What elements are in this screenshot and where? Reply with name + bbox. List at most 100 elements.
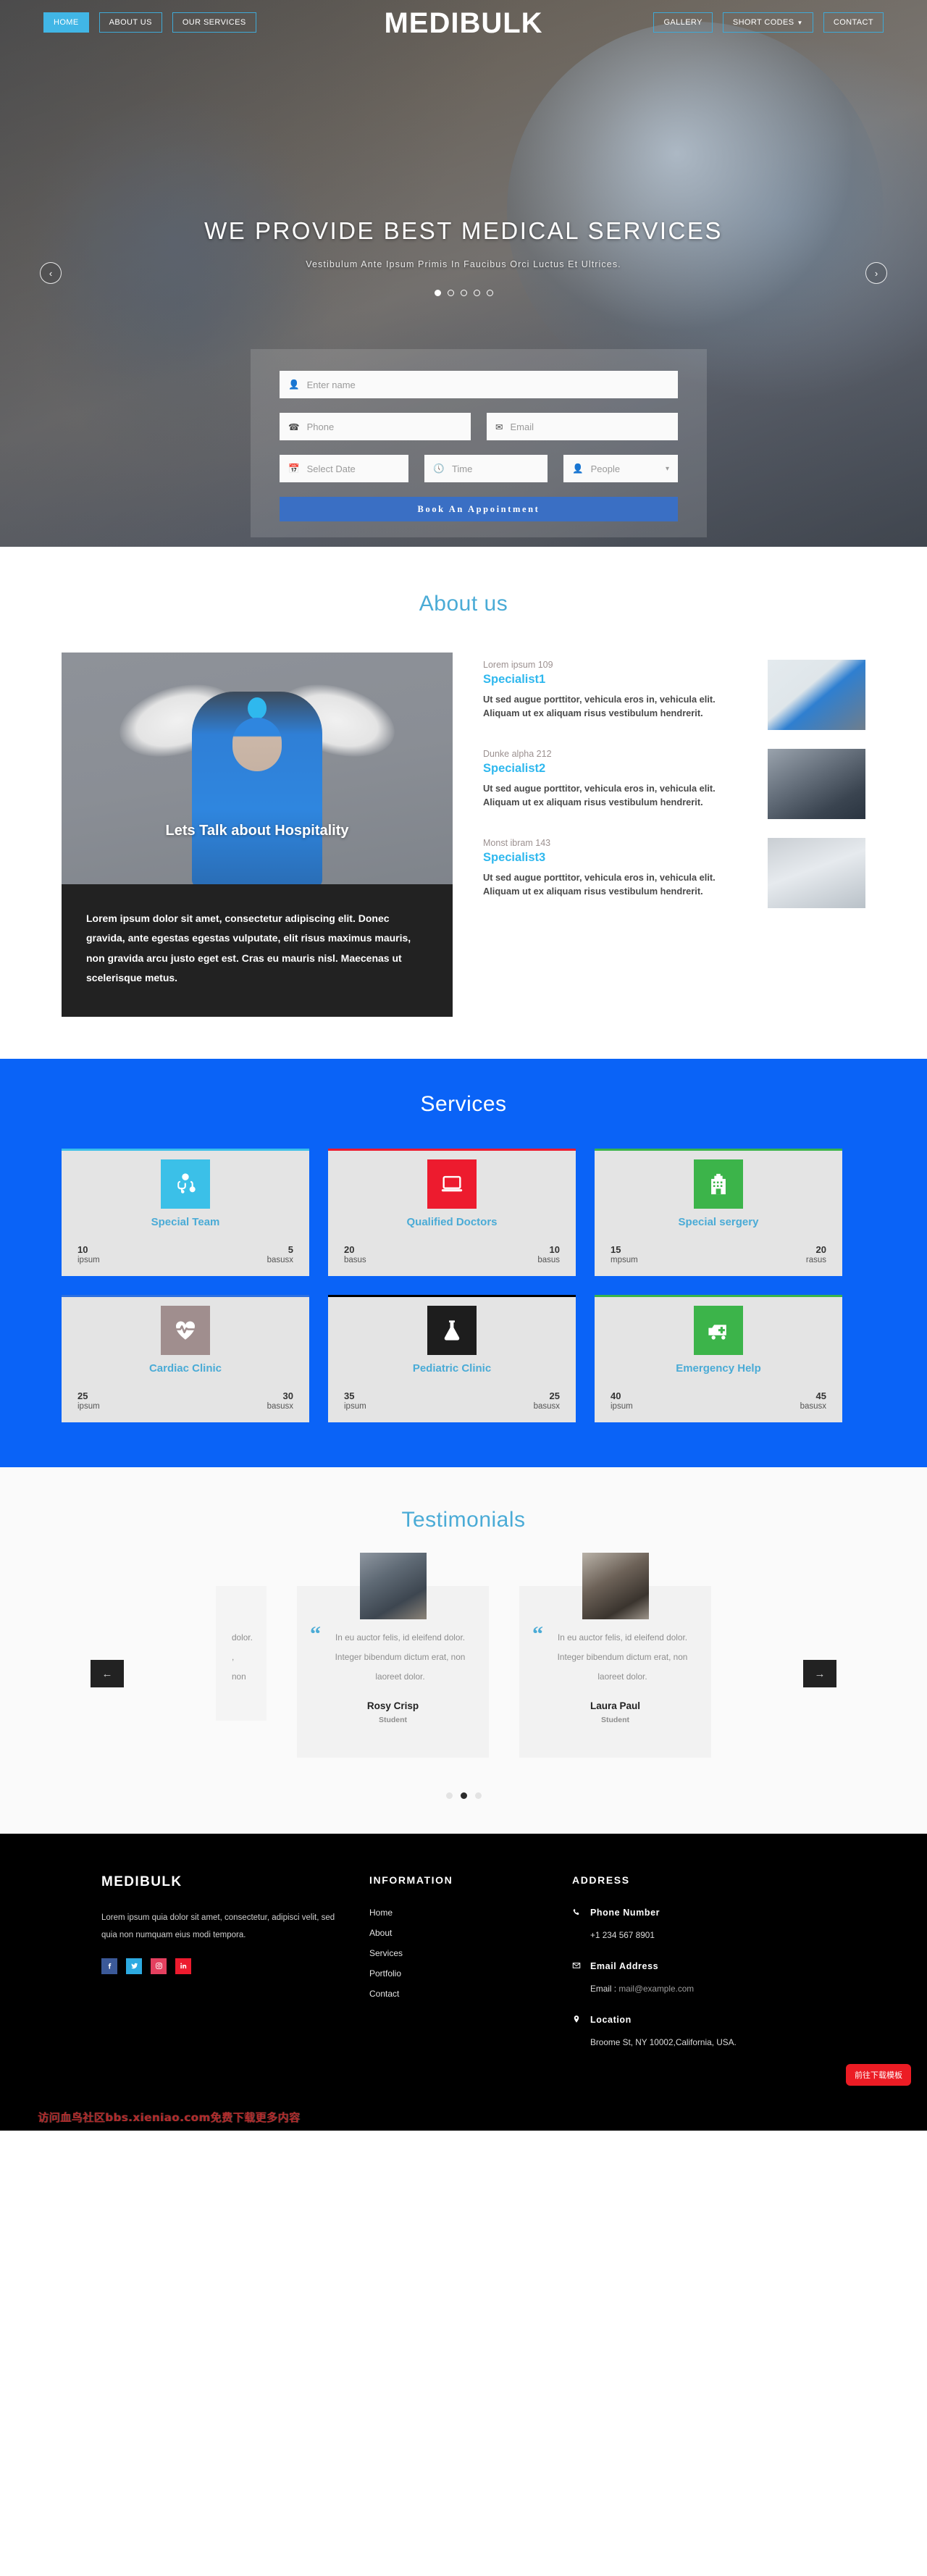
user-icon: 👤 <box>288 379 300 390</box>
footer-contact-label: Email Address <box>590 1961 659 1972</box>
footer-contact-header: Phone Number <box>572 1908 826 1918</box>
service-stat-value: 35 <box>344 1390 355 1402</box>
hero-next-arrow[interactable]: › <box>865 262 887 284</box>
doctor-icon <box>161 1159 210 1209</box>
people-select-placeholder: People <box>590 463 621 474</box>
facebook-icon[interactable] <box>101 1958 117 1974</box>
testimonial-card-partial[interactable]: dolor., non <box>216 1586 267 1721</box>
download-template-button[interactable]: 前往下载模板 <box>846 2063 911 2086</box>
specialist-text: Monst ibram 143 Specialist3 Ut sed augue… <box>483 838 749 908</box>
instagram-icon[interactable] <box>151 1958 167 1974</box>
about-feature-card: Lets Talk about Hospitality Lorem ipsum … <box>62 653 453 1018</box>
date-input-placeholder: Select Date <box>306 463 356 474</box>
specialist-description: Ut sed augue porttitor, vehicula eros in… <box>483 872 716 897</box>
testimonial-prev-button[interactable]: ← <box>91 1660 124 1688</box>
service-card[interactable]: Cardiac Clinic 25 ipsum 30 basusx <box>62 1295 309 1423</box>
testimonials-section: Testimonials dolor., non “ In eu auctor … <box>0 1467 927 1834</box>
service-stat-left: 20 basus <box>344 1244 366 1264</box>
hero-section: HOME ABOUT US OUR SERVICES MEDIBULK GALLER… <box>0 0 927 547</box>
email-input-placeholder: Email <box>510 421 534 432</box>
hero-dot-5[interactable] <box>486 290 493 296</box>
footer-link-about[interactable]: About <box>369 1928 543 1938</box>
name-input[interactable]: 👤 Enter name <box>280 371 678 398</box>
service-stat-value: 20 <box>344 1244 355 1256</box>
nav-item-gallery[interactable]: GALLERY <box>653 12 713 33</box>
footer-contact-item: Email Address Email : mail@example.com <box>572 1961 826 1996</box>
hospital-icon <box>694 1159 743 1209</box>
footer-contact-value[interactable]: +1 234 567 8901 <box>572 1928 757 1942</box>
nav-item-about-us[interactable]: ABOUT US <box>98 12 162 33</box>
service-stat-value: 25 <box>549 1390 560 1402</box>
footer-address-heading: ADDRESS <box>572 1874 630 1886</box>
nav-item-label: OUR SERVICES <box>182 18 246 27</box>
hero-dot-2[interactable] <box>447 290 454 296</box>
time-input[interactable]: 🕔 Time <box>424 455 548 482</box>
testimonial-dots[interactable] <box>0 1792 927 1799</box>
footer-link-services[interactable]: Services <box>369 1948 543 1958</box>
hero-content: WE PROVIDE BEST MEDICAL SERVICES Vestibu… <box>0 217 927 296</box>
service-stat-right: 20 rasus <box>806 1244 826 1264</box>
testimonial-dot-1[interactable] <box>445 1792 453 1799</box>
nav-item-contact[interactable]: CONTACT <box>823 12 884 33</box>
service-card[interactable]: Special Team 10 ipsum 5 basusx <box>62 1149 309 1277</box>
specialist-name[interactable]: Specialist2 <box>483 762 749 776</box>
specialist-photo <box>768 749 865 819</box>
service-stat-label: mpsum <box>611 1256 638 1265</box>
service-card[interactable]: Qualified Doctors 20 basus 10 basus <box>328 1149 576 1277</box>
footer-contact-value[interactable]: Email : mail@example.com <box>572 1981 757 1996</box>
about-grid: Lets Talk about Hospitality Lorem ipsum … <box>0 616 927 1018</box>
service-stat-label: ipsum <box>77 1402 100 1411</box>
chevron-down-icon: ▼ <box>797 20 803 26</box>
testimonials-carousel: dolor., non “ In eu auctor felis, id ele… <box>0 1532 927 1758</box>
testimonial-card[interactable]: “ In eu auctor felis, id eleifend dolor.… <box>297 1553 489 1758</box>
service-stat-right: 45 basusx <box>800 1390 826 1411</box>
pin-icon <box>572 2015 581 2026</box>
service-stat-label: basusx <box>800 1402 826 1411</box>
about-section: About us Lets Talk about Hospitality Lor… <box>0 547 927 1018</box>
twitter-icon[interactable] <box>126 1958 142 1974</box>
hero-carousel-dots[interactable] <box>0 290 927 296</box>
testimonial-card[interactable]: “ In eu auctor felis, id eleifend dolor.… <box>519 1553 711 1758</box>
footer-contact-value[interactable]: Broome St, NY 10002,California, USA. <box>572 2035 757 2050</box>
service-card[interactable]: Emergency Help 40 ipsum 45 basusx <box>595 1295 842 1423</box>
chevron-down-icon: ▾ <box>665 464 669 473</box>
book-appointment-button[interactable]: Book An Appointment <box>280 497 678 521</box>
hero-dot-4[interactable] <box>473 290 480 296</box>
footer-link-contact[interactable]: Contact <box>369 1989 543 1999</box>
service-stat-right: 5 basusx <box>267 1244 293 1264</box>
testimonial-dot-2[interactable] <box>460 1792 467 1799</box>
heartbeat-icon <box>161 1306 210 1356</box>
footer-link-portfolio[interactable]: Portfolio <box>369 1968 543 1979</box>
linkedin-icon[interactable] <box>175 1958 191 1974</box>
nav-item-short-codes[interactable]: SHORT CODES ▼ <box>722 12 813 33</box>
service-stat-label: basusx <box>533 1402 560 1411</box>
clock-icon: 🕔 <box>433 463 445 474</box>
testimonial-next-button[interactable]: → <box>803 1660 836 1688</box>
phone-input[interactable]: ☎ Phone <box>280 413 471 440</box>
nav-item-label: HOME <box>54 18 79 27</box>
hero-prev-arrow[interactable]: ‹ <box>40 262 62 284</box>
specialist-name[interactable]: Specialist1 <box>483 673 749 687</box>
date-input[interactable]: 📅 Select Date <box>280 455 409 482</box>
service-stat-value: 30 <box>282 1390 293 1402</box>
service-stat-right: 30 basusx <box>267 1390 293 1411</box>
about-card-image: Lets Talk about Hospitality <box>62 653 453 884</box>
footer-link-home[interactable]: Home <box>369 1908 543 1918</box>
people-select[interactable]: 👤 People ▾ <box>563 455 678 482</box>
nav-item-our-services[interactable]: OUR SERVICES <box>172 12 256 33</box>
testimonial-role: Student <box>378 1715 408 1724</box>
nav-item-label: GALLERY <box>663 18 702 27</box>
service-card[interactable]: Special sergery 15 mpsum 20 rasus <box>595 1149 842 1277</box>
testimonial-dot-3[interactable] <box>474 1792 482 1799</box>
testimonial-text: In eu auctor felis, id eleifend dolor. I… <box>557 1632 688 1682</box>
service-name: Qualified Doctors <box>406 1216 498 1229</box>
specialist-name[interactable]: Specialist3 <box>483 851 749 865</box>
nav-item-home[interactable]: HOME <box>43 12 89 33</box>
email-input[interactable]: ✉ Email <box>487 413 678 440</box>
hero-dot-3[interactable] <box>460 290 467 296</box>
service-card[interactable]: Pediatric Clinic 35 ipsum 25 basusx <box>328 1295 576 1423</box>
services-grid: Special Team 10 ipsum 5 basusx Qualified… <box>0 1117 927 1423</box>
footer-contact-item: Location Broome St, NY 10002,California,… <box>572 2015 826 2050</box>
hero-dot-1[interactable] <box>434 290 441 296</box>
footer-information-column: INFORMATION Home About Services Portfolio Co… <box>369 1874 543 2068</box>
